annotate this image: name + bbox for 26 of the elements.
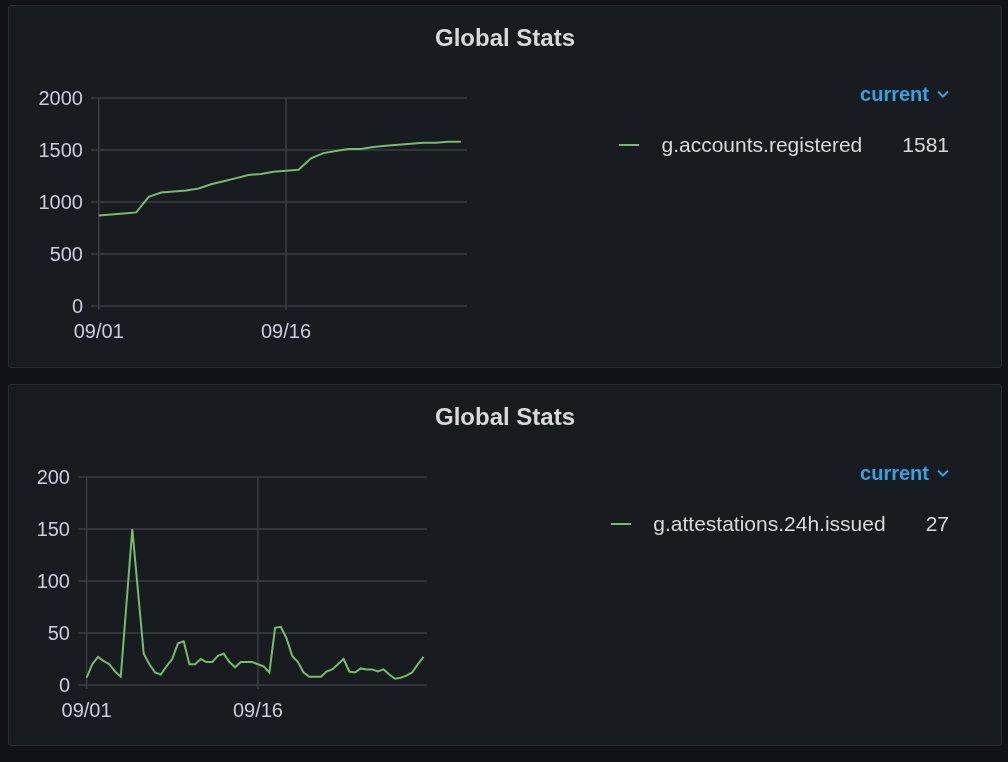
x-axis-label: 09/01 <box>61 699 112 721</box>
legend-value: 1581 <box>901 132 949 158</box>
y-axis-label: 1000 <box>38 191 83 213</box>
legend-line-icon <box>619 143 640 146</box>
y-axis-label: 100 <box>36 570 70 592</box>
y-axis-label: 200 <box>36 466 70 488</box>
y-axis-label: 500 <box>49 243 83 265</box>
y-axis-label: 50 <box>47 622 70 644</box>
x-axis-label: 09/16 <box>260 320 311 342</box>
caret-icon <box>937 90 949 98</box>
legend-series-name[interactable]: g.accounts.registered <box>661 129 863 161</box>
y-axis-label: 150 <box>36 518 70 540</box>
legend-line-icon <box>611 522 632 525</box>
legend-sort-dropdown[interactable]: current <box>860 458 949 488</box>
y-axis-label: 2000 <box>38 87 83 109</box>
panel-title: Global Stats <box>434 23 576 53</box>
legend-value: 27 <box>924 511 949 537</box>
y-axis-label: 0 <box>71 295 83 317</box>
y-axis-label: 0 <box>58 674 70 696</box>
x-axis-label: 09/16 <box>232 699 283 721</box>
legend-series-name[interactable]: g.attestations.24h.issued <box>653 508 886 540</box>
y-axis-label: 1500 <box>38 139 83 161</box>
panel-title: Global Stats <box>434 402 576 432</box>
caret-icon <box>937 469 949 477</box>
legend-sort-dropdown[interactable]: current <box>860 79 949 109</box>
x-axis-label: 09/01 <box>73 320 124 342</box>
